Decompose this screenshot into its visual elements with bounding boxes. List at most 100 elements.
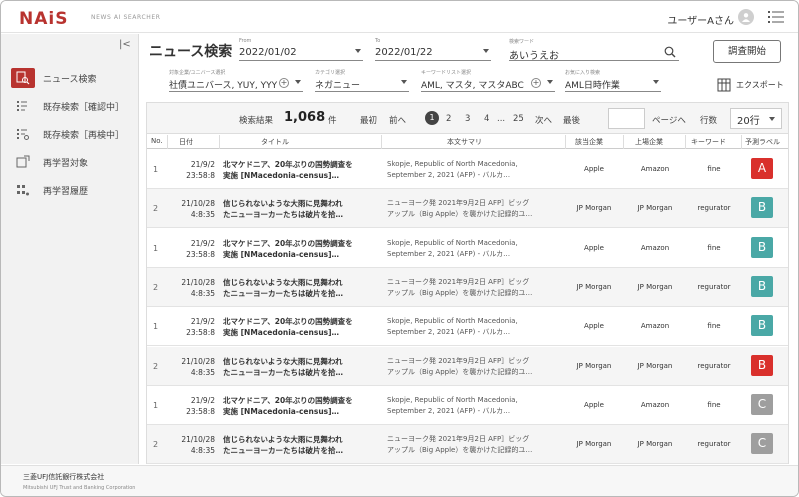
table-row[interactable]: 2 21/10/28 4:8:35 信じられないような大雨に見舞われ たニューヨーカーた… [147,189,788,229]
page-link-current[interactable]: 1 [425,111,439,125]
row-title-line: 実施 [NMacedonia-census]… [223,171,340,180]
row-title[interactable]: 北マケドニア、20年ぶりの国勢調査を 実施 [NMacedonia-census]… [223,395,373,417]
column-header-company[interactable]: 該当企業 [575,137,603,147]
first-page-link[interactable]: 最初 [360,114,377,126]
sidebar-item-relearn-history[interactable]: 再学習履歴 [1,177,138,203]
page-link[interactable]: 4 [484,114,489,124]
sidebar-item-existing-search-rechecking[interactable]: 既存検索［再検中］ [1,121,138,147]
sidebar-item-label: 再学習履歴 [43,187,89,197]
row-summary-line: アップル（Big Apple）を襲かけた記録的ユ… [387,367,533,376]
prediction-label-badge[interactable]: B [751,275,773,297]
row-title-line: 北マケドニア、20年ぶりの国勢調査を [223,238,353,248]
row-date-time: 23:58:8 [186,171,215,180]
favorite-search-select[interactable]: お気に入り検索 AML日時作業 [565,69,661,92]
plus-icon[interactable]: + [279,78,289,88]
from-date-value: 2022/01/02 [239,47,297,58]
row-date-time: 4:8:35 [190,367,215,377]
row-summary-line: ニューヨーク発 2021年9月2日 AFP］ビッグ [387,356,530,365]
next-page-link[interactable]: 次へ [535,114,552,126]
table-row[interactable]: 2 21/10/28 4:8:35 信じられないような大雨に見舞われ たニューヨーカーた… [147,425,788,465]
table-row[interactable]: 1 21/9/2 23:58:8 北マケドニア、20年ぶりの国勢調査を 実施 [NMac… [147,307,788,347]
to-date-field[interactable]: To 2022/01/22 [375,38,491,61]
results-unit: 件 [328,116,337,126]
prediction-label-badge[interactable]: C [751,433,773,455]
prediction-label-badge[interactable]: B [751,315,773,337]
user-name[interactable]: ユーザーAさん [667,12,734,27]
row-listed-company: JP Morgan [637,282,673,291]
column-header-no[interactable]: No. [151,137,163,145]
company-universe-select[interactable]: 対象企業/ユニバース選択 社債ユニバース, YUY, YYY + [169,69,303,92]
row-title[interactable]: 信じられないような大雨に見舞われ たニューヨーカーたちは破片を拾… [223,198,373,220]
column-header-keyword[interactable]: キーワード [691,137,726,147]
category-select[interactable]: カテゴリ選択 ネガニュー [315,69,409,92]
page-link[interactable]: 25 [513,114,524,124]
favorite-search-value: AML日時作業 [565,81,620,91]
page-link[interactable]: 2 [446,114,451,124]
search-icon[interactable] [664,46,676,61]
row-title[interactable]: 信じられないような大雨に見舞われ たニューヨーカーたちは破片を拾… [223,277,373,299]
row-date-day: 21/10/28 [181,199,215,209]
row-title-line: 実施 [NMacedonia-census]… [223,328,340,338]
row-number: 2 [153,440,159,450]
column-header-date[interactable]: 日付 [179,137,193,147]
prediction-label-badge[interactable]: B [751,236,773,258]
row-date: 21/9/2 23:58:8 [171,238,215,260]
chevron-down-icon [295,80,301,84]
footer: 三菱UFJ信託銀行株式会社 Mitsubishi UFJ Trust and B… [1,465,798,496]
keyword-list-select[interactable]: キーワードリスト選択 AML, マスタ, マスタABC + [421,69,555,92]
prediction-label-badge[interactable]: B [751,197,773,219]
row-date: 21/9/2 23:58:8 [171,159,215,181]
column-header-summary[interactable]: 本文サマリ [447,137,482,147]
row-date-time: 4:8:35 [190,210,215,220]
plus-icon[interactable]: + [531,78,541,88]
row-title[interactable]: 北マケドニア、20年ぶりの国勢調査を 実施 [NMacedonia-census]… [223,316,373,338]
column-header-title[interactable]: タイトル [261,137,289,147]
sidebar-item-existing-search-checking[interactable]: 既存検索［確認中］ [1,93,138,119]
app-logo[interactable]: NAiS [19,9,68,29]
relearn-icon [11,152,35,172]
row-title-line: 実施 [NMacedonia-census]… [223,406,340,416]
from-date-field[interactable]: From 2022/01/02 [239,38,363,61]
table-row[interactable]: 2 21/10/28 4:8:35 信じられないような大雨に見舞われ たニューヨーカーた… [147,267,788,307]
export-button[interactable]: エクスポート [717,78,784,92]
start-search-button[interactable]: 調査開始 [713,40,781,63]
row-date-time: 4:8:35 [190,288,215,298]
column-header-listed[interactable]: 上場企業 [635,137,663,147]
last-page-link[interactable]: 最後 [563,114,580,126]
row-title[interactable]: 信じられないような大雨に見舞われ たニューヨーカーたちは破片を拾… [223,434,373,456]
row-summary: Skopje, Republic of North Macedonia, Sept… [387,159,559,181]
column-header-label[interactable]: 予測ラベル [745,137,780,147]
prediction-label-badge[interactable]: A [751,158,773,179]
sidebar-item-news-search[interactable]: ニュース検索 [1,65,138,91]
row-title[interactable]: 北マケドニア、20年ぶりの国勢調査を 実施 [NMacedonia-census]… [223,159,373,181]
table-row[interactable]: 1 21/9/2 23:58:8 北マケドニア、20年ぶりの国勢調査を 実施 [NMac… [147,150,788,189]
row-keyword: regurator [697,204,731,213]
table-row[interactable]: 2 21/10/28 4:8:35 信じられないような大雨に見舞われ たニューヨーカーた… [147,346,788,386]
sidebar-item-relearn-target[interactable]: 再学習対象 [1,149,138,175]
row-title[interactable]: 北マケドニア、20年ぶりの国勢調査を 実施 [NMacedonia-census]… [223,238,373,260]
row-summary-line: September 2, 2021 (AFP) - バルカ… [387,171,511,179]
prediction-label-badge[interactable]: B [751,354,773,376]
list-icon [11,96,35,116]
prev-page-link[interactable]: 前へ [389,114,406,126]
row-summary: ニューヨーク発 2021年9月2日 AFP］ビッグ アップル（Big Apple）… [387,434,559,456]
row-summary: Skopje, Republic of North Macedonia, Sept… [387,395,559,417]
collapse-sidebar-icon[interactable]: |< [119,39,131,50]
results-panel: 検索結果 1,068 件 最初 前へ 1 2 3 4 ... 25 次へ 最後 … [146,102,789,465]
page-number-input[interactable] [608,108,645,129]
table-row[interactable]: 1 21/9/2 23:58:8 北マケドニア、20年ぶりの国勢調査を 実施 [NMac… [147,229,788,268]
table-row[interactable]: 1 21/9/2 23:58:8 北マケドニア、20年ぶりの国勢調査を 実施 [NMac… [147,386,788,425]
row-title-line: たニューヨーカーたちは破片を拾… [223,367,343,377]
hamburger-menu-icon[interactable] [768,10,784,24]
go-to-page-button[interactable]: ページへ [652,114,686,126]
results-label: 検索結果 [239,116,274,126]
page-link[interactable]: 3 [465,114,470,124]
row-summary-line: アップル（Big Apple）を襲かけた記録的ユ… [387,446,533,455]
prediction-label-badge[interactable]: C [751,393,773,415]
keyword-search-input[interactable]: 検索ワード あいうえお [509,38,679,62]
row-listed-company: Amazon [640,243,670,252]
avatar-icon[interactable] [738,9,754,25]
row-number: 2 [153,282,159,292]
row-title[interactable]: 信じられないような大雨に見舞われ たニューヨーカーたちは破片を拾… [223,356,373,378]
rows-per-page-select[interactable]: 20行 [730,108,782,129]
